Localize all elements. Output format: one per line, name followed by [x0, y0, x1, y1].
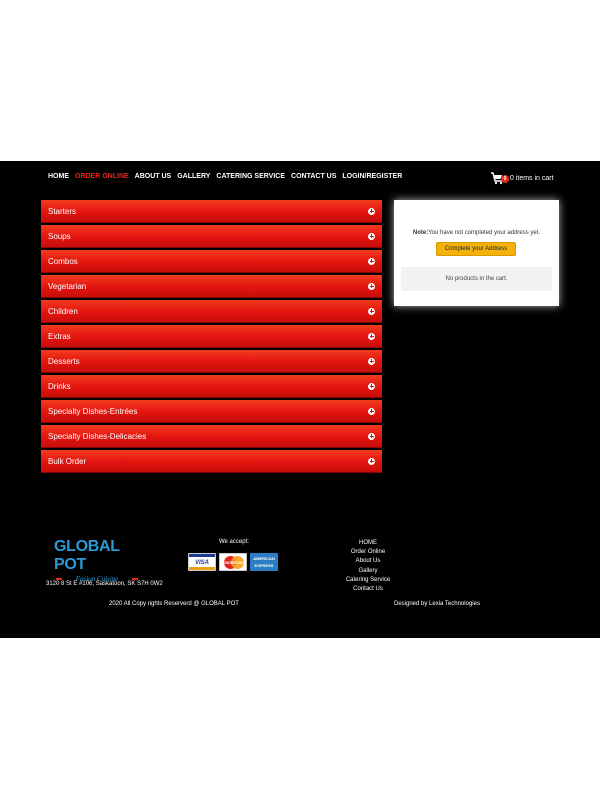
global-pot-logo: GLOBAL POT Fusion Cuisine — [54, 538, 140, 584]
category-label: Starters — [48, 206, 77, 216]
expand-plus-icon[interactable] — [368, 457, 375, 465]
cart-widget[interactable]: 0 0 items in cart — [490, 171, 554, 185]
category-label: Combos — [48, 256, 78, 266]
category-label: Specialty Dishes-Entrées — [48, 406, 138, 416]
expand-plus-icon[interactable] — [368, 307, 375, 315]
category-desserts[interactable]: Desserts — [41, 350, 382, 373]
nav-catering-service[interactable]: CATERING SERVICE — [216, 173, 285, 180]
category-label: Bulk Order — [48, 456, 87, 466]
category-label: Vegetarian — [48, 281, 87, 291]
expand-plus-icon[interactable] — [368, 332, 375, 340]
footer-address: 3120 8 St E #106, Saskatoon, SK S7H 0W2 — [46, 581, 163, 587]
category-bulk-order[interactable]: Bulk Order — [41, 450, 382, 473]
footer-link-home[interactable]: HOME — [340, 539, 396, 548]
category-starters[interactable]: Starters — [41, 200, 382, 223]
category-vegetarian[interactable]: Vegetarian — [41, 275, 382, 298]
category-soups[interactable]: Soups — [41, 225, 382, 248]
note-text: You have not completed your address yet. — [428, 230, 541, 236]
designed-by-link[interactable]: Designed by Lexia Technologies — [394, 601, 480, 607]
category-menu: Starters Soups Combos Vegetarian Childre… — [41, 200, 382, 475]
footer-link-order-online[interactable]: Order Online — [340, 548, 396, 557]
expand-plus-icon[interactable] — [368, 382, 375, 390]
note-label: Note: — [412, 230, 429, 236]
cart-icon[interactable]: 0 — [490, 171, 509, 185]
category-label: Children — [48, 306, 78, 316]
mastercard-label: MasterCard — [220, 560, 246, 565]
category-label: Extras — [48, 331, 71, 341]
accept-label: We accept: — [219, 539, 249, 545]
nav-home[interactable]: HOME — [48, 173, 69, 180]
nav-about-us[interactable]: ABOUT US — [135, 173, 172, 180]
cart-items-label[interactable]: 0 items in cart — [510, 175, 554, 182]
payment-cards: VISA MasterCard AMERICAN EXPRESS — [188, 553, 278, 571]
footer-link-gallery[interactable]: Gallery — [340, 567, 396, 576]
category-label: Desserts — [48, 356, 80, 366]
category-specialty-delicacies[interactable]: Specialty Dishes-Delicacies — [41, 425, 382, 448]
category-label: Specialty Dishes-Delicacies — [48, 431, 147, 441]
mastercard-icon: MasterCard — [219, 553, 247, 571]
visa-card-icon: VISA — [188, 553, 216, 571]
main-nav: HOME ORDER ONLINE ABOUT US GALLERY CATER… — [48, 173, 402, 180]
expand-plus-icon[interactable] — [368, 432, 375, 440]
footer-links: HOME Order Online About Us Gallery Cater… — [340, 539, 396, 594]
footer-link-about-us[interactable]: About Us — [340, 557, 396, 566]
expand-plus-icon[interactable] — [368, 407, 375, 415]
expand-plus-icon[interactable] — [368, 232, 375, 240]
nav-login-register[interactable]: LOGIN/REGISTER — [342, 173, 402, 180]
cart-count-badge: 0 — [501, 175, 509, 183]
nav-order-online[interactable]: ORDER ONLINE — [75, 173, 129, 180]
expand-plus-icon[interactable] — [368, 357, 375, 365]
category-children[interactable]: Children — [41, 300, 382, 323]
category-combos[interactable]: Combos — [41, 250, 382, 273]
category-specialty-entrees[interactable]: Specialty Dishes-Entrées — [41, 400, 382, 423]
expand-plus-icon[interactable] — [368, 207, 375, 215]
nav-contact-us[interactable]: CONTACT US — [291, 173, 336, 180]
category-extras[interactable]: Extras — [41, 325, 382, 348]
expand-plus-icon[interactable] — [368, 257, 375, 265]
copyright-text: 2020 All Copy rights Reserverd @ GLOBAL … — [109, 601, 239, 607]
footer-link-contact-us[interactable]: Contact Us — [340, 585, 396, 594]
address-note: Note:You have not completed your address… — [394, 230, 559, 236]
nav-gallery[interactable]: GALLERY — [177, 173, 210, 180]
category-label: Drinks — [48, 381, 71, 391]
empty-cart-message: No products in the cart. — [401, 267, 552, 291]
complete-address-button[interactable]: Complete your Address — [436, 242, 516, 256]
category-label: Soups — [48, 231, 71, 241]
cart-panel: Note:You have not completed your address… — [394, 200, 559, 306]
footer-link-catering-service[interactable]: Catering Service — [340, 576, 396, 585]
logo-title: GLOBAL POT — [54, 538, 120, 573]
category-drinks[interactable]: Drinks — [41, 375, 382, 398]
expand-plus-icon[interactable] — [368, 282, 375, 290]
amex-card-icon: AMERICAN EXPRESS — [250, 553, 278, 571]
